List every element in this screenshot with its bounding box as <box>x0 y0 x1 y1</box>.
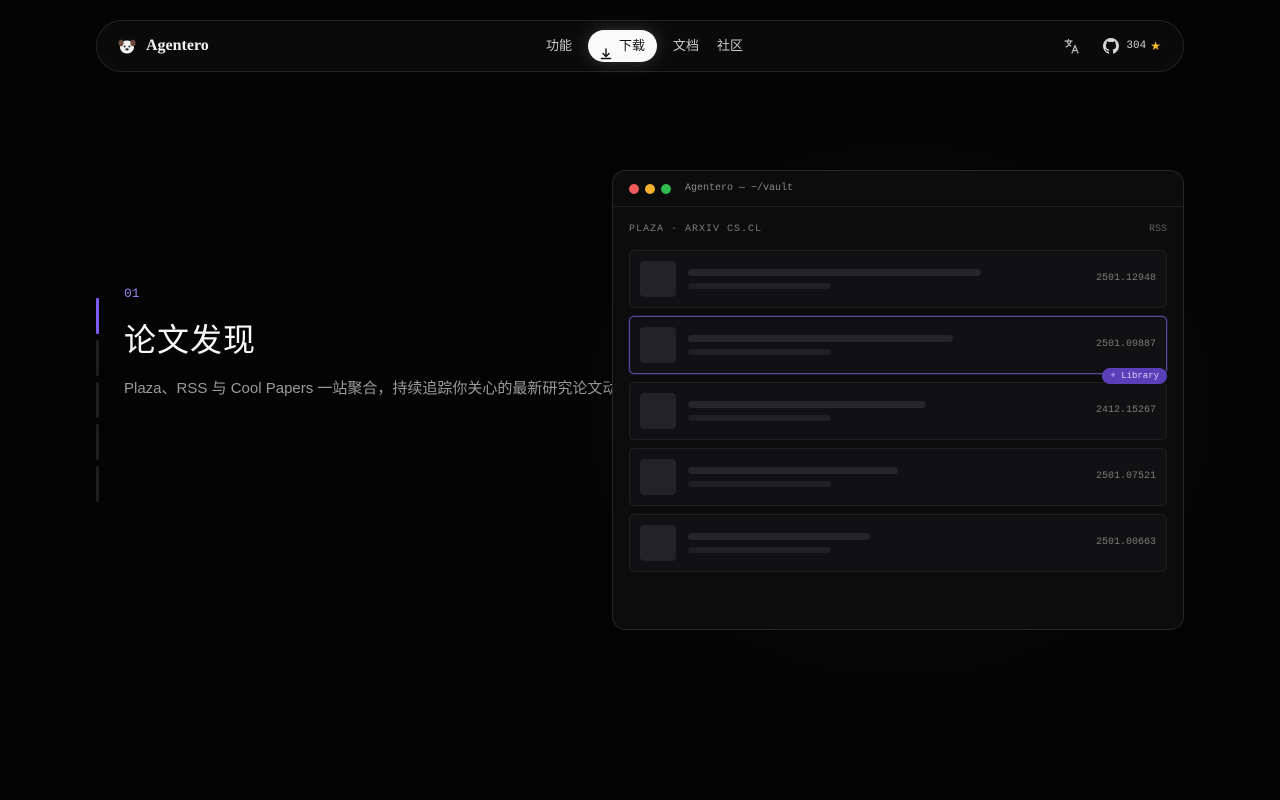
panel-header: PLAZA · ARXIV CS.CL RSS <box>629 224 1167 235</box>
app-window-preview: Agentero — ~/vault PLAZA · ARXIV CS.CL R… <box>612 170 1184 630</box>
paper-thumbnail <box>640 327 676 363</box>
star-icon: ★ <box>1150 39 1161 53</box>
nav-link-docs[interactable]: 文档 <box>664 30 708 62</box>
paper-list: 2501.12948 2501.09887 + Library 2412.152… <box>629 250 1167 580</box>
github-icon <box>1103 38 1120 54</box>
nav-link-community[interactable]: 社区 <box>708 30 752 62</box>
minimize-dot-icon <box>645 183 655 194</box>
paper-row[interactable]: 2501.07521 <box>629 448 1167 506</box>
step-bar-2[interactable] <box>96 340 99 376</box>
paper-title-placeholder <box>688 401 926 408</box>
paper-row[interactable]: 2501.12948 <box>629 250 1167 308</box>
dog-logo-icon <box>117 36 137 56</box>
close-dot-icon <box>629 183 639 194</box>
window-title: Agentero — ~/vault <box>685 183 794 194</box>
paper-id: 2501.00663 <box>1095 537 1156 548</box>
brand[interactable]: Agentero <box>117 21 209 71</box>
paper-meta-placeholder <box>688 415 831 421</box>
feature-description: Plaza、RSS 与 Cool Papers 一站聚合，持续追踪你关心的最新研… <box>124 380 633 397</box>
feature-step-indicator <box>96 298 99 508</box>
window-titlebar: Agentero — ~/vault <box>613 171 1183 207</box>
paper-meta-placeholder <box>688 283 831 289</box>
paper-thumbnail <box>640 525 676 561</box>
github-link[interactable]: 304 ★ <box>1103 38 1161 54</box>
maximize-dot-icon <box>661 183 671 194</box>
translate-icon[interactable] <box>1063 37 1081 55</box>
download-label: 下载 <box>619 38 646 53</box>
paper-row[interactable]: 2501.00663 <box>629 514 1167 572</box>
paper-thumbnail <box>640 459 676 495</box>
paper-thumbnail <box>640 261 676 297</box>
step-bar-1[interactable] <box>96 298 99 334</box>
paper-meta-placeholder <box>688 481 831 487</box>
paper-thumbnail <box>640 393 676 429</box>
paper-title-placeholder <box>688 467 898 474</box>
paper-title-placeholder <box>688 335 953 342</box>
paper-id: 2501.07521 <box>1095 471 1156 482</box>
paper-meta-placeholder <box>688 349 831 355</box>
rss-label: RSS <box>1148 224 1167 235</box>
paper-title-placeholder <box>688 533 870 540</box>
download-icon <box>600 40 612 60</box>
step-bar-5[interactable] <box>96 466 99 502</box>
add-to-library-badge[interactable]: + Library <box>1102 368 1167 384</box>
source-label: PLAZA · ARXIV CS.CL <box>629 224 763 235</box>
paper-title-placeholder <box>688 269 981 276</box>
feature-title: 论文发现 <box>124 322 257 358</box>
paper-id: 2412.15267 <box>1095 405 1156 416</box>
download-button[interactable]: 下载 <box>588 30 658 62</box>
paper-row[interactable]: 2412.15267 <box>629 382 1167 440</box>
nav-actions: 304 ★ <box>1063 21 1161 71</box>
github-star-count: 304 <box>1126 40 1147 52</box>
paper-id: 2501.09887 <box>1095 339 1156 350</box>
paper-meta-placeholder <box>688 547 831 553</box>
feature-number: 01 <box>124 286 140 301</box>
step-bar-4[interactable] <box>96 424 99 460</box>
top-nav: Agentero 功能 下载 文档 社区 304 ★ <box>96 20 1184 72</box>
nav-link-features[interactable]: 功能 <box>537 30 581 62</box>
paper-row[interactable]: 2501.09887 + Library <box>629 316 1167 384</box>
step-bar-3[interactable] <box>96 382 99 418</box>
paper-id: 2501.12948 <box>1095 273 1156 284</box>
feature-text: 01 论文发现 Plaza、RSS 与 Cool Papers 一站聚合，持续追… <box>124 286 633 398</box>
brand-name: Agentero <box>146 37 209 54</box>
nav-links: 功能 下载 文档 社区 <box>537 30 752 62</box>
